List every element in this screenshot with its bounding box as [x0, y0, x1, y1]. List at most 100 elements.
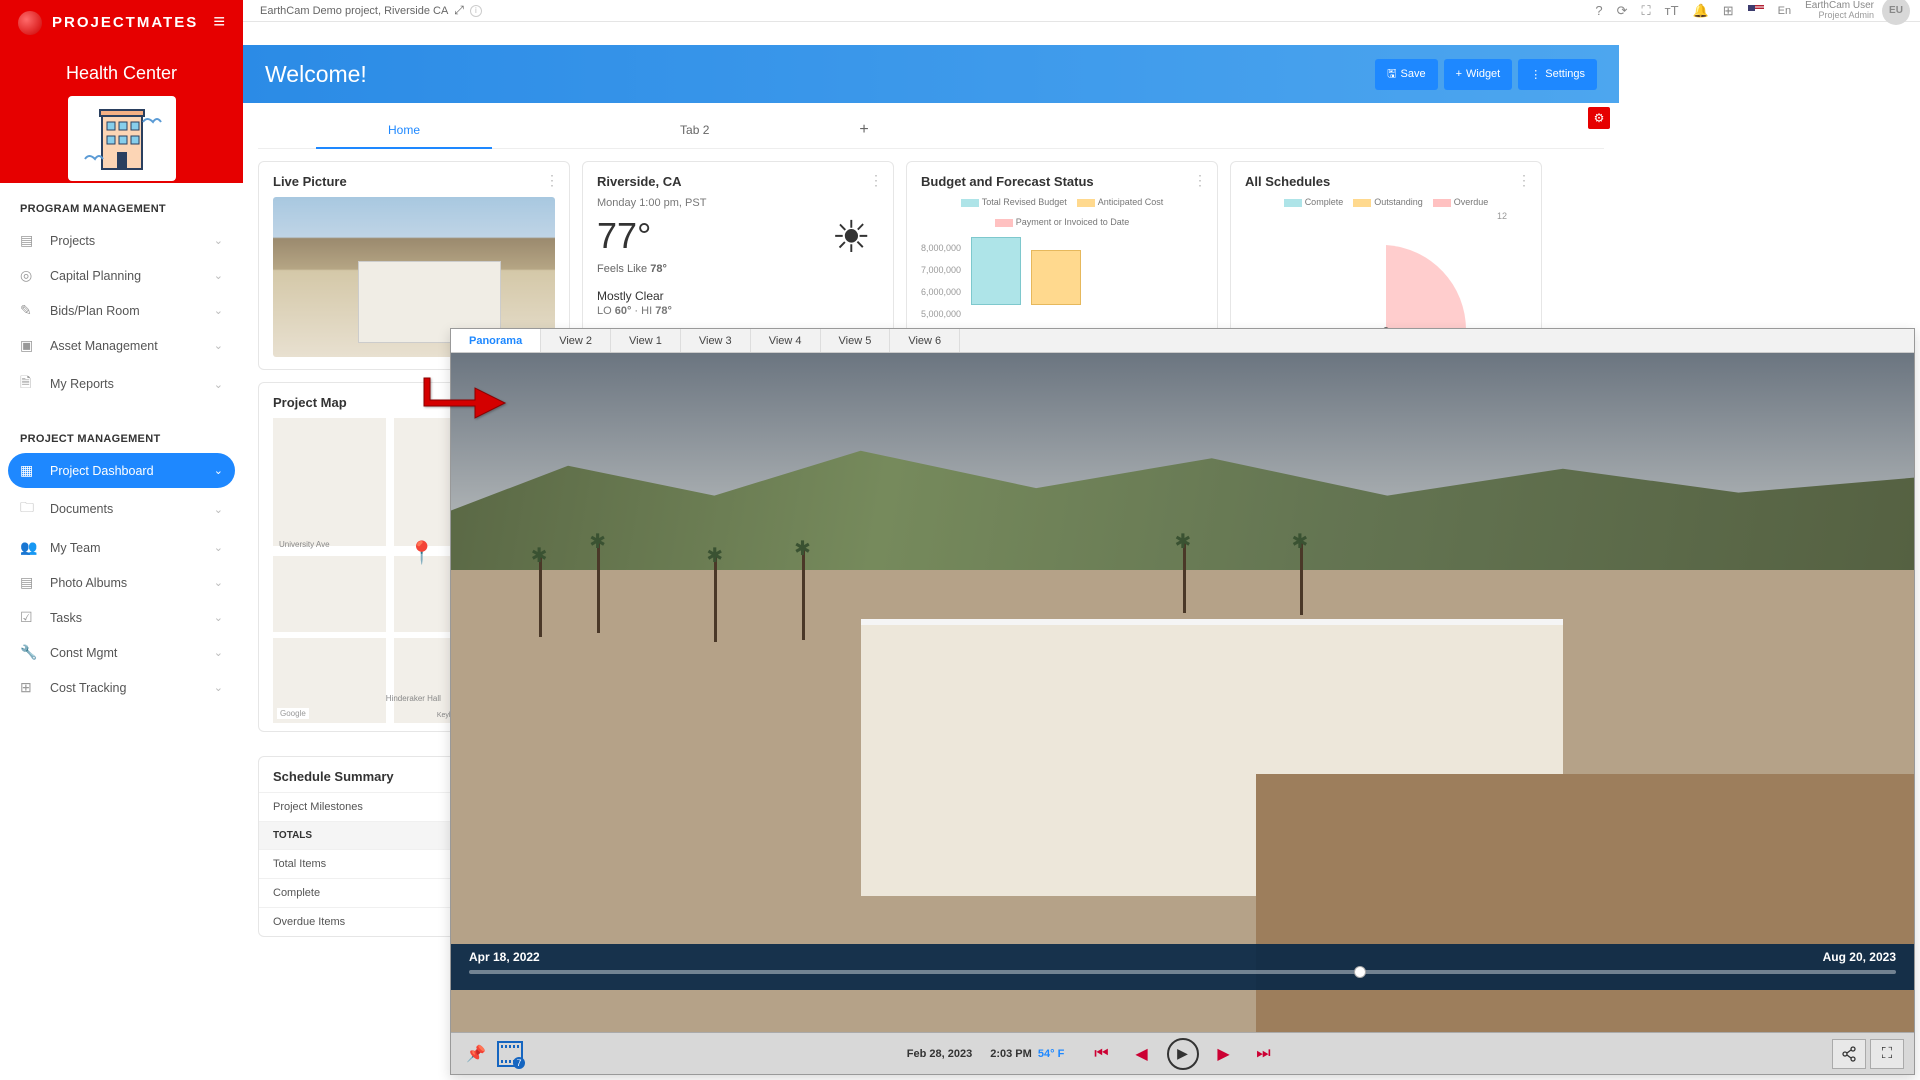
sidebar-item-label: My Reports: [50, 377, 114, 391]
menu-toggle-icon[interactable]: ≡: [213, 11, 225, 34]
tab-add[interactable]: +: [839, 111, 888, 148]
camera-tab-view-6[interactable]: View 6: [890, 329, 960, 352]
sidebar-item-icon: 🗎: [20, 372, 40, 396]
pin-icon[interactable]: 📌: [461, 1039, 491, 1069]
share-icon[interactable]: [1832, 1039, 1866, 1069]
fullscreen-icon[interactable]: ⛶: [1642, 3, 1651, 19]
sidebar-item-photo-albums[interactable]: ▤Photo Albums⌄: [0, 565, 243, 600]
tab-tab2[interactable]: Tab 2: [550, 111, 839, 148]
chart-legend: Total Revised BudgetAnticipated CostPaym…: [921, 197, 1203, 227]
bar-anticipated-cost: [1031, 250, 1081, 305]
save-button[interactable]: 🖫Save: [1375, 59, 1437, 90]
sidebar-item-bids-plan-room[interactable]: ✎Bids/Plan Room⌄: [0, 293, 243, 328]
bar-revised-budget: [971, 237, 1021, 305]
sidebar-item-const-mgmt[interactable]: 🔧 Const Mgmt ⌄: [0, 635, 243, 670]
tab-settings-gear-icon[interactable]: ⚙: [1588, 107, 1610, 129]
camera-timeline[interactable]: Apr 18, 2022 Aug 20, 2023: [451, 944, 1914, 990]
rewind-icon[interactable]: ⏮: [1087, 1039, 1117, 1069]
breadcrumb[interactable]: EarthCam Demo project, Riverside CA ⤢ i: [260, 3, 482, 18]
flag-icon: [1748, 5, 1764, 16]
sidebar-item-label: Const Mgmt: [50, 646, 117, 660]
user-menu[interactable]: EarthCam User Project Admin EU: [1805, 0, 1910, 25]
camera-tab-view-2[interactable]: View 2: [541, 329, 611, 352]
map-logo: Google: [277, 708, 309, 719]
sidebar-item-icon: 🔧: [20, 644, 40, 661]
breadcrumb-info-icon[interactable]: i: [470, 5, 482, 17]
legend-item: Anticipated Cost: [1077, 197, 1164, 207]
chart-y-labels: 8,000,0007,000,0006,000,0005,000,000: [921, 237, 961, 325]
header-actions: ? ⟳ ⛶ тT 🔔 ⊞ En EarthCam User Project Ad…: [1595, 0, 1910, 25]
sidebar-item-icon: ⊞: [20, 679, 40, 696]
map-hall-label: Hinderaker Hall: [386, 694, 441, 703]
step-forward-icon[interactable]: ▶: [1209, 1039, 1239, 1069]
chevron-down-icon: ⌄: [214, 646, 223, 659]
sidebar-item-label: Documents: [50, 502, 113, 516]
avatar: EU: [1882, 0, 1910, 25]
weather-datetime: Monday 1:00 pm, PST: [597, 197, 879, 209]
sidebar-item-projects[interactable]: ▤Projects⌄: [0, 223, 243, 258]
sidebar-item-capital-planning[interactable]: ◎Capital Planning⌄: [0, 258, 243, 293]
settings-button[interactable]: ⋮Settings: [1518, 59, 1597, 90]
sidebar-item-my-team[interactable]: 👥My Team⌄: [0, 530, 243, 565]
camera-tab-panorama[interactable]: Panorama: [451, 329, 541, 352]
tab-home[interactable]: Home: [258, 111, 550, 148]
camera-tab-view-5[interactable]: View 5: [821, 329, 891, 352]
sidebar-item-my-reports[interactable]: 🗎My Reports⌄: [0, 363, 243, 405]
chart-legend: CompleteOutstandingOverdue: [1245, 197, 1527, 207]
camera-view-tabs: PanoramaView 2View 1View 3View 4View 5Vi…: [451, 329, 1914, 353]
sidebar-item-label: Project Dashboard: [50, 464, 154, 478]
health-center-icon: [68, 96, 176, 181]
timeline-thumb[interactable]: [1354, 966, 1366, 978]
breadcrumb-text: EarthCam Demo project, Riverside CA: [260, 5, 448, 17]
notifications-icon[interactable]: 🔔: [1693, 3, 1709, 19]
refresh-icon[interactable]: ⟳: [1617, 3, 1628, 19]
health-center-card: Health Center: [0, 45, 243, 183]
sidebar-item-project-dashboard[interactable]: ▦Project Dashboard⌄: [8, 453, 235, 488]
sidebar-item-label: My Team: [50, 541, 100, 555]
weather-condition: Mostly Clear: [597, 289, 879, 303]
sidebar-item-tasks[interactable]: ☑Tasks⌄: [0, 600, 243, 635]
sidebar-item-icon: ✎: [20, 302, 40, 319]
filmstrip-icon[interactable]: 7: [497, 1041, 523, 1067]
sidebar-section-program: PROGRAM MANAGEMENT: [0, 193, 243, 223]
sidebar-section-project: PROJECT MANAGEMENT: [0, 423, 243, 453]
text-size-icon[interactable]: тT: [1665, 3, 1679, 18]
film-count-badge: 7: [513, 1057, 525, 1069]
sidebar-item-cost-tracking[interactable]: ⊞Cost Tracking⌄: [0, 670, 243, 705]
widget-menu-icon[interactable]: ⋮: [1517, 172, 1531, 189]
timeline-track[interactable]: [469, 970, 1896, 974]
camera-tab-view-4[interactable]: View 4: [751, 329, 821, 352]
grid-icon[interactable]: ⊞: [1723, 3, 1734, 19]
settings-dots-icon: ⋮: [1530, 68, 1541, 81]
camera-image[interactable]: Apr 18, 2022 Aug 20, 2023: [451, 353, 1914, 1032]
widget-menu-icon[interactable]: ⋮: [869, 172, 883, 189]
fullscreen-icon[interactable]: ⛶: [1870, 1039, 1904, 1069]
sidebar-item-icon: ▣: [20, 337, 40, 354]
help-icon[interactable]: ?: [1595, 3, 1602, 18]
chevron-down-icon: ⌄: [214, 611, 223, 624]
user-role: Project Admin: [1805, 11, 1874, 21]
play-button[interactable]: ▶: [1167, 1038, 1199, 1070]
camera-tab-view-1[interactable]: View 1: [611, 329, 681, 352]
language-label[interactable]: En: [1778, 5, 1791, 17]
widget-menu-icon[interactable]: ⋮: [1193, 172, 1207, 189]
legend-item: Overdue: [1433, 197, 1489, 207]
step-back-icon[interactable]: ◀: [1127, 1039, 1157, 1069]
legend-item: Complete: [1284, 197, 1344, 207]
sidebar-item-documents[interactable]: 🗀Documents⌄: [0, 488, 243, 530]
add-widget-button[interactable]: +Widget: [1444, 59, 1513, 90]
camera-tab-view-3[interactable]: View 3: [681, 329, 751, 352]
widget-title: Live Picture: [273, 174, 555, 189]
widget-menu-icon[interactable]: ⋮: [545, 172, 559, 189]
sidebar-item-icon: ◎: [20, 267, 40, 284]
timeline-start-date: Apr 18, 2022: [469, 950, 540, 964]
fast-forward-icon[interactable]: ⏭: [1249, 1039, 1279, 1069]
sidebar-item-icon: ☑: [20, 609, 40, 626]
weather-lohi: LO 60° · HI 78°: [597, 305, 879, 317]
sidebar-item-label: Asset Management: [50, 339, 158, 353]
welcome-bar: Welcome! 🖫Save +Widget ⋮Settings: [243, 45, 1619, 103]
breadcrumb-expand-icon[interactable]: ⤢: [454, 3, 464, 18]
map-pin-icon[interactable]: 📍: [408, 540, 435, 566]
save-icon: 🖫: [1387, 65, 1396, 84]
sidebar-item-asset-management[interactable]: ▣Asset Management⌄: [0, 328, 243, 363]
